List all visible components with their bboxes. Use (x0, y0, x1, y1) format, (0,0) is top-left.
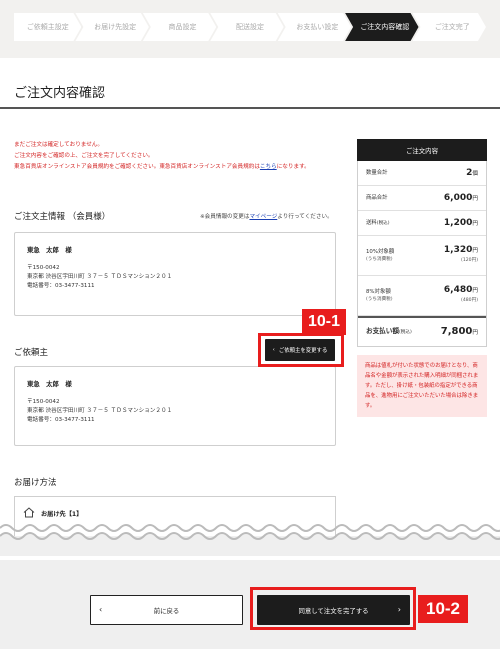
summary-value-unit: 個 (472, 170, 478, 177)
summary-label: 10%対象額 (うち消費税) (366, 248, 394, 264)
checkout-stepper: ご依頼主設定 お届け先設定 商品設定 配送設定 お支払い設定 ご注文内容確認 ご… (0, 0, 500, 58)
title-divider (0, 107, 500, 109)
callout-10-1: 10-1 (302, 309, 346, 335)
stepper-steps: ご依頼主設定 お届け先設定 商品設定 配送設定 お支払い設定 ご注文内容確認 ご… (14, 13, 486, 41)
highlight-complete-order (250, 587, 416, 630)
step-orderer-setting: ご依頼主設定 (14, 13, 81, 41)
summary-row-shipping: 送料(税込) 1,200円 (358, 211, 486, 236)
requester-postal: 〒150-0042 (27, 399, 60, 405)
requester-section-title: ご依頼主 (14, 348, 49, 358)
summary-value: 2個 (466, 168, 478, 179)
summary-row-10-percent: 10%対象額 (うち消費税) 1,320円 (120円) (358, 236, 486, 276)
notice-line-1: まだご注文は確定しておりません。 (14, 142, 103, 148)
step-payment-setting: お支払い設定 (278, 13, 351, 41)
summary-total-value: 7,800円 (440, 325, 478, 338)
summary-value: 6,000円 (444, 193, 478, 204)
summary-note: 商品は値札が付いた状態でのお届けとなり、商品名や金額が表示された購入明細が同梱さ… (357, 355, 487, 417)
step-delivery-setting: 配送設定 (210, 13, 283, 41)
summary-row-product-total: 商品合計 6,000円 (358, 186, 486, 211)
delivery-section-title: お届け方法 (14, 478, 57, 488)
summary-value-number: 1,200 (443, 217, 473, 228)
summary-value-number: 1,320 (443, 245, 473, 255)
summary-value-number: 6,000 (443, 192, 473, 203)
member-info-note: ※会員情報の変更はマイページより行ってください。 (200, 212, 333, 220)
member-info-note-text: ※会員情報の変更は (200, 214, 250, 220)
back-button[interactable]: ‹ 前に戻る (90, 595, 243, 625)
notice-line-2: ご注文内容をご確認の上、ご注文を完了してください。 (14, 153, 154, 159)
step-destination-setting: お届け先設定 (75, 13, 148, 41)
requester-name: 東急 太郎 様 (27, 380, 72, 388)
summary-value: 6,480円 (480円) (444, 285, 478, 306)
summary-label-text: 8%対象額 (366, 288, 391, 295)
orderer-section-title: ご注文主情報 （会員様） (14, 212, 111, 222)
summary-label-sub: (税込) (376, 220, 390, 226)
summary-label-text: 送料 (366, 219, 377, 226)
summary-value-number: 6,480 (443, 285, 473, 295)
summary-total-text: お支払い額 (366, 327, 399, 335)
summary-value-unit: 円 (472, 195, 478, 202)
orderer-address: 東京都 渋谷区宇田川町 ３７－５ ＴＤＳマンション２０１ (27, 274, 173, 280)
summary-label: 送料(税込) (366, 219, 390, 228)
requester-address-card: 東急 太郎 様 〒150-0042 東京都 渋谷区宇田川町 ３７－５ ＴＤＳマン… (14, 366, 336, 446)
summary-total-number: 7,800 (440, 325, 473, 337)
summary-total-unit: 円 (472, 329, 478, 336)
summary-value-sub: (480円) (461, 298, 478, 303)
orderer-address-card: 東急 太郎 様 〒150-0042 東京都 渋谷区宇田川町 ３７－５ ＴＤＳマン… (14, 232, 336, 316)
summary-total-label: お支払い額(税込) (366, 327, 412, 337)
summary-label-sub: (うち消費税) (366, 296, 393, 302)
highlight-change-requester (258, 333, 344, 367)
order-confirmation-page: ご依頼主設定 お届け先設定 商品設定 配送設定 お支払い設定 ご注文内容確認 ご… (0, 0, 500, 649)
orderer-postal: 〒150-0042 (27, 265, 60, 271)
step-order-complete: ご注文完了 (413, 13, 486, 41)
summary-row-8-percent: 8%対象額 (うち消費税) 6,480円 (480円) (358, 276, 486, 316)
summary-row-total: お支払い額(税込) 7,800円 (358, 316, 486, 346)
summary-label-text: 10%対象額 (366, 248, 395, 255)
summary-value: 1,200円 (444, 218, 478, 229)
summary-value-unit: 円 (472, 288, 478, 294)
summary-total-sub: (税込) (398, 330, 412, 335)
summary-label-sub: (うち消費税) (366, 256, 393, 262)
summary-value-sub: (120円) (461, 258, 478, 263)
mypage-link[interactable]: マイページ (249, 214, 277, 220)
summary-label: 8%対象額 (うち消費税) (366, 288, 393, 304)
orderer-phone: 電話番号：03-3477-3111 (27, 283, 95, 289)
summary-body: 数量合計 2個 商品合計 6,000円 送料(税込) 1,200円 10%対象額… (357, 161, 487, 347)
requester-address: 東京都 渋谷区宇田川町 ３７－５ ＴＤＳマンション２０１ (27, 408, 173, 414)
summary-label: 数量合計 (366, 170, 388, 176)
callout-10-2: 10-2 (418, 595, 468, 623)
step-order-confirmation: ご注文内容確認 (345, 13, 418, 41)
back-button-label: 前に戻る (153, 606, 180, 615)
wave-divider (0, 524, 500, 556)
notice-line-3-text: 東急百貨店オンラインストア会員規約をご確認ください。東急百貨店オンラインストア会… (14, 164, 260, 170)
page-title: ご注文内容確認 (14, 86, 106, 101)
summary-row-quantity: 数量合計 2個 (358, 161, 486, 186)
order-notice: まだご注文は確定しておりません。 ご注文内容をご確認の上、ご注文を完了してくださ… (14, 140, 344, 173)
step-product-setting: 商品設定 (143, 13, 216, 41)
summary-header: ご注文内容 (357, 139, 487, 161)
notice-line-3-tail: になります。 (276, 164, 310, 170)
summary-value-unit: 円 (472, 248, 478, 254)
chevron-left-icon: ‹ (99, 605, 103, 614)
requester-phone: 電話番号：03-3477-3111 (27, 417, 95, 423)
notice-line-3: 東急百貨店オンラインストア会員規約をご確認ください。東急百貨店オンラインストア会… (14, 162, 344, 173)
summary-value-unit: 円 (472, 220, 478, 227)
orderer-name: 東急 太郎 様 (27, 246, 72, 254)
member-info-note-tail: より行ってください。 (277, 214, 333, 220)
summary-value: 1,320円 (120円) (444, 245, 478, 266)
summary-label: 商品合計 (366, 195, 388, 201)
terms-link[interactable]: こちら (260, 164, 277, 170)
order-summary: ご注文内容 数量合計 2個 商品合計 6,000円 送料(税込) 1,200円 … (357, 139, 487, 447)
